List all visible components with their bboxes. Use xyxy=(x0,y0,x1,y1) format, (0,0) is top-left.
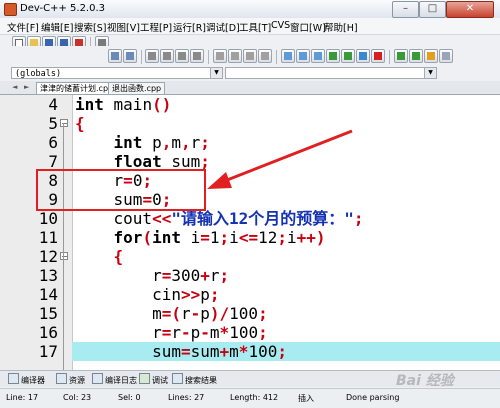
highlight-box xyxy=(36,169,206,211)
compiler-icon xyxy=(8,373,19,384)
compile-log-icon xyxy=(92,373,103,384)
resources-icon xyxy=(56,373,67,384)
status-sel: Sel: 0 xyxy=(118,393,141,402)
tab-label: 资源 xyxy=(69,376,85,385)
annotation-overlay xyxy=(36,129,353,211)
status-col: Col: 23 xyxy=(63,393,92,402)
tab-label: 编译日志 xyxy=(105,376,137,385)
tab-search-results[interactable]: 搜索结果 xyxy=(172,373,217,385)
debug-icon xyxy=(139,373,150,384)
tab-label: 调试 xyxy=(152,376,168,385)
status-lines: Lines: 27 xyxy=(168,393,205,402)
tab-label: 编译器 xyxy=(21,376,45,385)
tab-compiler[interactable]: 编译器 xyxy=(8,373,45,385)
arrow-head xyxy=(207,172,232,189)
tab-resources[interactable]: 资源 xyxy=(56,373,85,385)
tab-label: 搜索结果 xyxy=(185,376,217,385)
status-parse-state: Done parsing xyxy=(346,393,400,402)
arrow-line xyxy=(221,129,353,184)
status-length: Length: 412 xyxy=(230,393,279,402)
tab-debug[interactable]: 调试 xyxy=(139,373,168,385)
status-bar: Line: 17 Col: 23 Sel: 0 Lines: 27 Length… xyxy=(0,388,500,408)
search-results-icon xyxy=(172,373,183,384)
status-insert-mode: 插入 xyxy=(298,394,314,403)
watermark-logo: Bai 经验 xyxy=(396,373,454,389)
status-line: Line: 17 xyxy=(6,393,39,402)
tab-compile-log[interactable]: 编译日志 xyxy=(92,373,137,385)
